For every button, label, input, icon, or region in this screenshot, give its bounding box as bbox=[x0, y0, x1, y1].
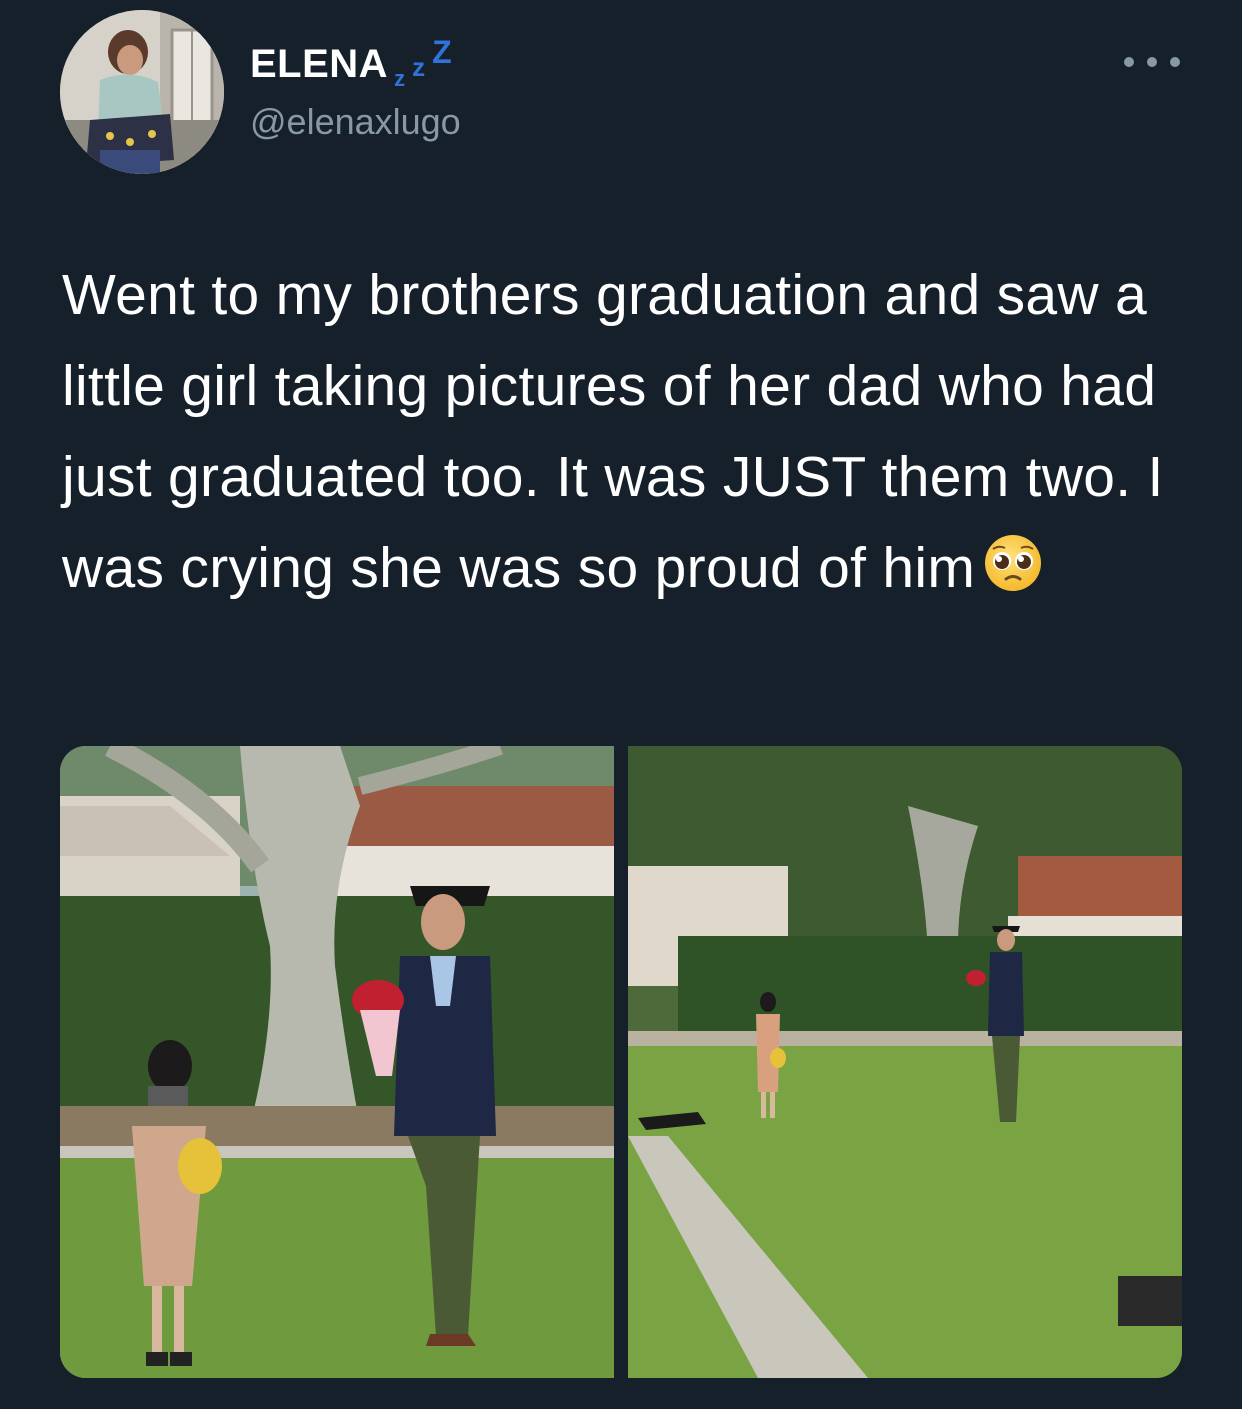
more-dot bbox=[1170, 57, 1180, 67]
photo-1[interactable] bbox=[60, 746, 614, 1378]
zzz-letter-small: z bbox=[394, 66, 406, 91]
user-handle[interactable]: @elenaxlugo bbox=[250, 100, 461, 144]
more-dot bbox=[1147, 57, 1157, 67]
photo-graduation-girl-and-dad bbox=[60, 746, 614, 1378]
pleading-face-icon bbox=[985, 535, 1042, 591]
tweet-card: ELENA z z Z @elenaxlugo Went to my broth… bbox=[0, 0, 1242, 1409]
photo-2[interactable] bbox=[628, 746, 1182, 1378]
profile-photo-icon bbox=[60, 10, 224, 174]
more-options-icon[interactable] bbox=[1124, 52, 1180, 72]
zzz-letter-large: Z bbox=[432, 34, 452, 70]
display-name[interactable]: ELENA bbox=[250, 38, 388, 90]
zzz-emoji-icon: z z Z bbox=[390, 34, 460, 91]
photo-wide-shot-lawn bbox=[628, 746, 1182, 1378]
display-name-row[interactable]: ELENA z z Z bbox=[250, 34, 460, 91]
avatar[interactable] bbox=[60, 10, 224, 174]
media-grid bbox=[60, 746, 1182, 1378]
zzz-letter-medium: z bbox=[412, 52, 426, 82]
tweet-text: Went to my brothers graduation and saw a… bbox=[62, 250, 1202, 614]
more-dot bbox=[1124, 57, 1134, 67]
